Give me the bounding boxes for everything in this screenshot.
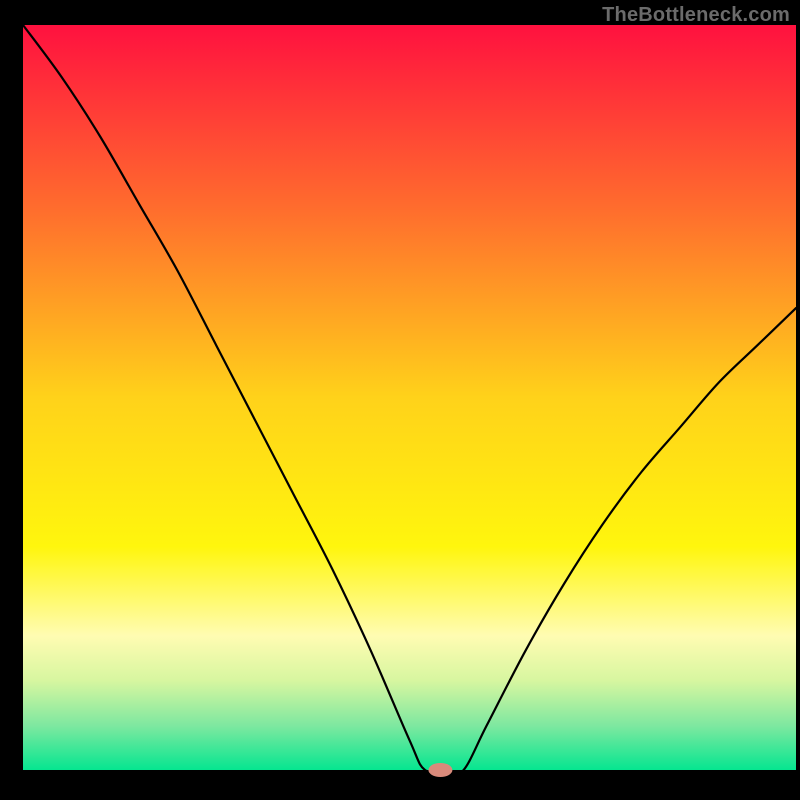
watermark-text: TheBottleneck.com [602,4,790,27]
optimal-point-marker [428,763,452,777]
plot-background [23,25,796,770]
chart-stage: TheBottleneck.com [0,0,800,800]
bottleneck-chart [0,0,800,800]
